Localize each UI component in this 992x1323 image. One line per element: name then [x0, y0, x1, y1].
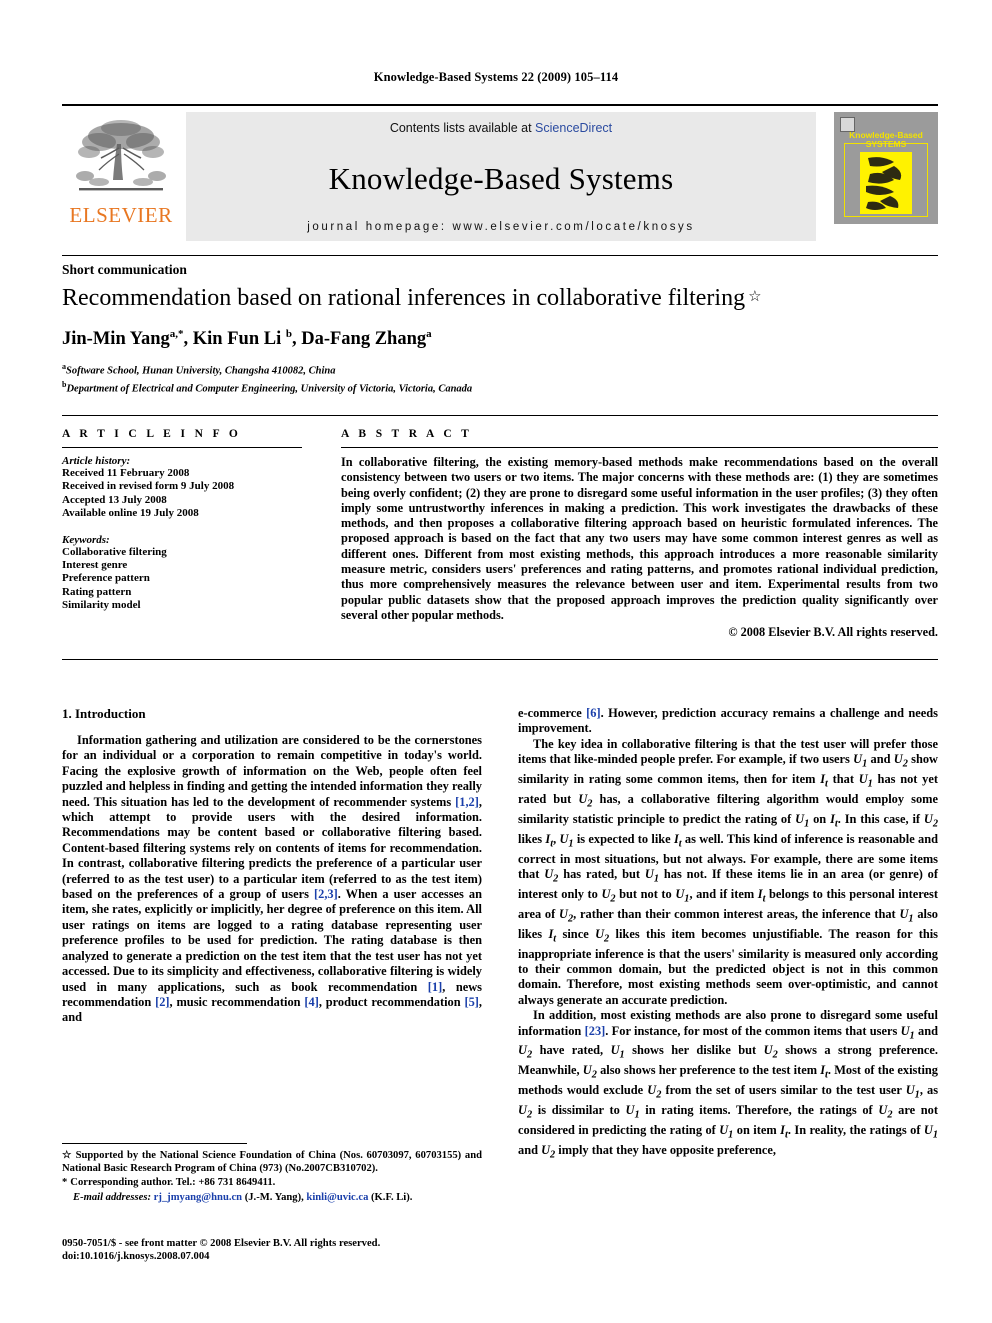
imprint-block: 0950-7051/$ - see front matter © 2008 El…: [62, 1237, 512, 1263]
keyword-item: Preference pattern: [62, 572, 150, 585]
keyword-item: Rating pattern: [62, 585, 132, 598]
citation-ref[interactable]: [6]: [586, 706, 600, 720]
citation-ref[interactable]: [2,3]: [314, 887, 338, 901]
footnote-corresponding-text: Corresponding author. Tel.: +86 731 8649…: [70, 1177, 276, 1189]
footnote-funding-marker: ☆: [62, 1150, 73, 1161]
journal-masthead: ELSEVIER Contents lists available at Sci…: [62, 104, 938, 241]
paragraph: In addition, most existing methods are a…: [518, 1008, 938, 1163]
author-2: , Kin Fun Li: [183, 329, 286, 350]
elsevier-tree-icon: [76, 120, 166, 191]
keywords-label: Keywords:: [62, 533, 110, 546]
cover-helix-icon: [866, 157, 902, 210]
abstract-block: A B S T R A C T In collaborative filteri…: [341, 428, 938, 640]
abstract-heading: A B S T R A C T: [341, 428, 473, 440]
article-type-label: Short communication: [62, 262, 187, 277]
para-text: . For instance, for most of the common i…: [518, 1023, 939, 1161]
article-info-block: A R T I C L E I N F O Article history: R…: [62, 428, 302, 613]
para-text: , music recommendation: [169, 994, 305, 1009]
history-item: Accepted 13 July 2008: [62, 493, 167, 506]
paragraph: Information gathering and utilization ar…: [62, 733, 482, 1026]
history-item: Received in revised form 9 July 2008: [62, 480, 235, 493]
body-column-right: e-commerce [6]. However, prediction accu…: [518, 706, 938, 1163]
email-label: E-mail addresses:: [73, 1191, 151, 1203]
affiliation-b: bDepartment of Electrical and Computer E…: [62, 378, 938, 396]
affiliation-list: aSoftware School, Hunan University, Chan…: [62, 360, 938, 395]
keywords-list: Collaborative filtering Interest genre P…: [62, 546, 302, 613]
footnote-divider: [62, 1143, 247, 1144]
abstract-rule: [341, 447, 938, 448]
author-list: Jin-Min Yanga,*, Kin Fun Li b, Da-Fang Z…: [62, 328, 938, 350]
abstract-copyright: © 2008 Elsevier B.V. All rights reserved…: [728, 625, 938, 640]
email-2-attribution: (K.F. Li).: [368, 1191, 413, 1203]
citation-ref[interactable]: [4]: [304, 995, 318, 1009]
header-divider: [62, 255, 938, 256]
keywords-block: Keywords: Collaborative filtering Intere…: [62, 534, 302, 613]
article-history-list: Received 11 February 2008 Received in re…: [62, 467, 302, 521]
contents-available-line: Contents lists available at ScienceDirec…: [186, 121, 816, 135]
footnote-funding: ☆ Supported by the National Science Found…: [62, 1150, 482, 1175]
running-head: Knowledge-Based Systems 22 (2009) 105–11…: [373, 70, 619, 84]
masthead-center: Contents lists available at ScienceDirec…: [186, 112, 816, 241]
footnotes-block: ☆ Supported by the National Science Found…: [62, 1150, 482, 1204]
journal-title: Knowledge-Based Systems: [328, 161, 674, 196]
author-1: Jin-Min Yang: [62, 329, 170, 350]
elsevier-logo: ELSEVIER: [62, 112, 180, 241]
email-link-2[interactable]: kinli@uvic.ca: [306, 1192, 368, 1203]
article-first-page: Knowledge-Based Systems 22 (2009) 105–11…: [0, 0, 992, 1323]
history-item: Available online 19 July 2008: [62, 507, 199, 520]
paragraph: The key idea in collaborative filtering …: [518, 736, 939, 1007]
footnote-funding-text: Supported by the National Science Founda…: [62, 1150, 483, 1174]
sciencedirect-link[interactable]: ScienceDirect: [535, 121, 612, 135]
citation-ref[interactable]: [1,2]: [455, 795, 479, 809]
citation-ref[interactable]: [5]: [464, 995, 478, 1009]
para-text: e-commerce: [518, 706, 587, 720]
page-title: Recommendation based on rational inferen…: [62, 283, 938, 312]
para-text: , which attempt to provide users with th…: [62, 794, 482, 902]
keyword-item: Similarity model: [62, 599, 141, 612]
title-footnote-marker: ☆: [748, 289, 762, 305]
cover-artwork: [860, 152, 912, 214]
email-link-1[interactable]: rj_jmyang@hnu.cn: [154, 1192, 242, 1203]
affiliation-a: aSoftware School, Hunan University, Chan…: [62, 360, 938, 378]
paragraph: e-commerce [6]. However, prediction accu…: [518, 706, 938, 737]
body-column-left: 1. Introduction Information gathering an…: [62, 706, 482, 1026]
article-history-label: Article history:: [62, 455, 131, 467]
issn-line: 0950-7051/$ - see front matter © 2008 El…: [62, 1238, 381, 1249]
para-text: , product recommendation: [318, 994, 465, 1009]
para-text: . When a user accesses an item, she rate…: [62, 887, 482, 994]
author-3: , Da-Fang Zhang: [291, 329, 427, 350]
keyword-item: Collaborative filtering: [62, 545, 167, 558]
footnote-emails: E-mail addresses: rj_jmyang@hnu.cn (J.-M…: [62, 1192, 482, 1205]
footnote-corresponding: * Corresponding author. Tel.: +86 731 864…: [62, 1177, 482, 1190]
info-divider-top: [62, 415, 938, 416]
journal-homepage-link[interactable]: journal homepage: www.elsevier.com/locat…: [186, 221, 816, 233]
keyword-item: Interest genre: [62, 559, 128, 572]
title-text: Recommendation based on rational inferen…: [62, 285, 746, 311]
author-1-marks: a,*: [169, 328, 184, 340]
info-divider-bottom: [62, 659, 938, 660]
para-text: Information gathering and utilization ar…: [62, 733, 482, 809]
abstract-text: In collaborative filtering, the existing…: [341, 455, 938, 622]
citation-ref[interactable]: [1]: [428, 980, 442, 994]
article-info-rule: [62, 447, 302, 448]
affiliation-a-text: Software School, Hunan University, Chang…: [66, 365, 336, 377]
citation-ref[interactable]: [23]: [585, 1024, 606, 1038]
journal-cover-thumbnail: Knowledge-Based SYSTEMS: [834, 112, 938, 224]
journal-cover-cell: Knowledge-Based SYSTEMS: [826, 112, 938, 241]
history-item: Received 11 February 2008: [62, 467, 190, 479]
article-info-heading: A R T I C L E I N F O: [62, 428, 242, 440]
contents-prefix: Contents lists available at: [389, 121, 536, 135]
affiliation-b-text: Department of Electrical and Computer En…: [66, 383, 473, 394]
doi-line[interactable]: doi:10.1016/j.knosys.2008.07.004: [62, 1250, 512, 1263]
elsevier-wordmark: ELSEVIER: [69, 203, 173, 227]
section-title-introduction: 1. Introduction: [62, 706, 146, 721]
citation-ref[interactable]: [2]: [155, 995, 169, 1009]
email-1-attribution: (J.-M. Yang),: [242, 1191, 307, 1203]
author-3-marks: a: [426, 328, 432, 340]
